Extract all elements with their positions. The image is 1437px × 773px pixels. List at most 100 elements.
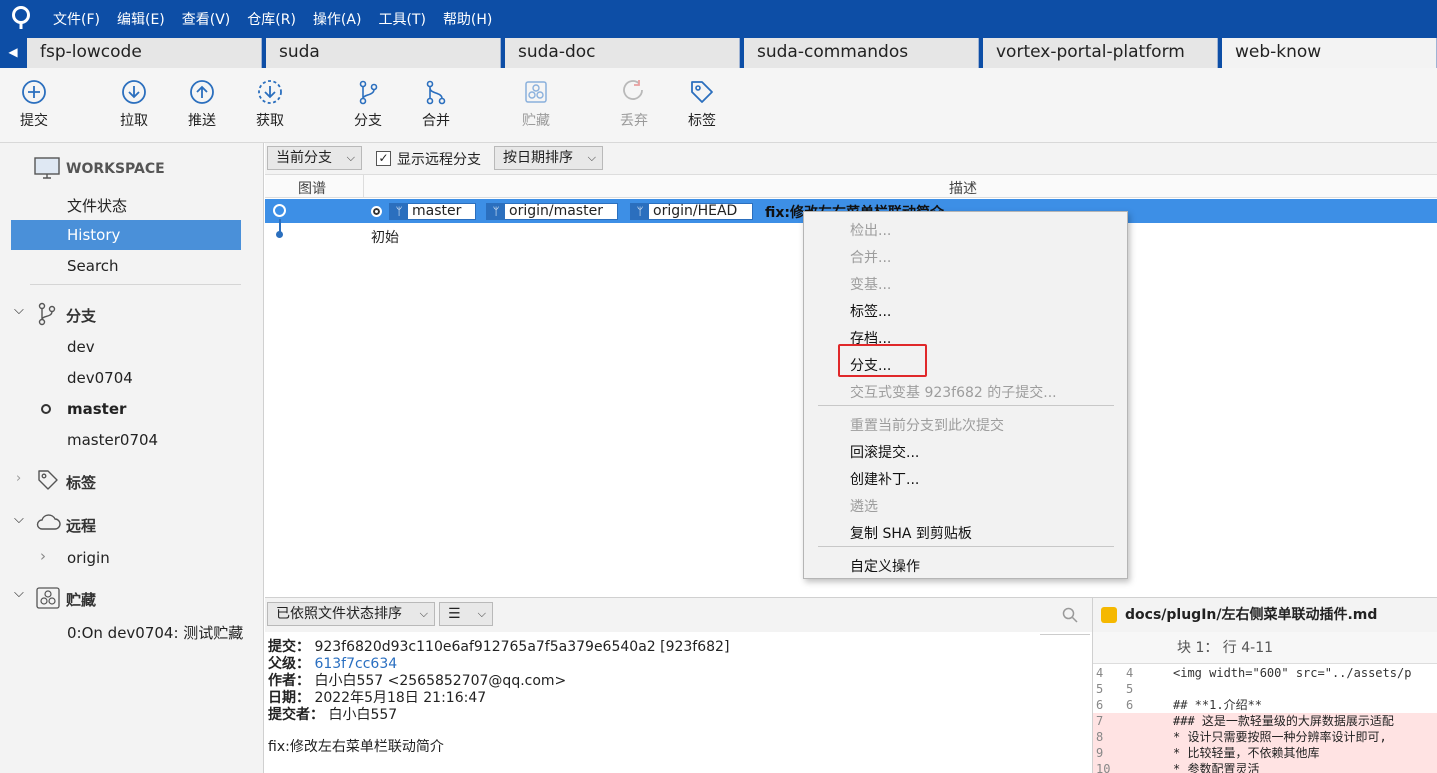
pull-button[interactable]: 拉取 [104,78,164,130]
diff-file-name: docs/plugIn/左右侧菜单联动插件.md [1125,607,1378,623]
menu-item-cherry-pick[interactable]: 遴选 [850,496,878,516]
menu-separator [818,405,1114,406]
stash-item-0[interactable]: 0:On dev0704: 测试贮藏 [67,622,243,643]
diff-hunk-header: 块 1： 行 4-11 [1093,632,1437,664]
menu-bar: 文件(F) 编辑(E) 查看(V) 仓库(R) 操作(A) 工具(T) 帮助(H… [0,0,1437,36]
pull-label: 拉取 [120,113,148,129]
branch-button[interactable]: 分支 [338,78,398,130]
branch-item-master0704[interactable]: master0704 [67,431,158,449]
details-toolbar: 已依照文件状态排序 ⌵ ☰ ⌵ [265,598,1092,635]
show-remote-label: 显示远程分支 [397,152,481,168]
tab-suda-doc[interactable]: suda-doc [505,38,740,68]
tab-vortex-portal-platform[interactable]: vortex-portal-platform [983,38,1218,68]
menu-item-merge[interactable]: 合并... [850,247,891,267]
branch-label: 分支 [354,113,382,129]
search-icon[interactable] [1062,607,1078,623]
menu-item-tag[interactable]: 标签... [850,301,891,321]
branches-header[interactable]: 分支 [66,305,96,326]
cloud-icon [36,514,61,530]
menu-item-custom-actions[interactable]: 自定义操作 [850,556,920,576]
menu-item-copy-sha[interactable]: 复制 SHA 到剪贴板 [850,523,972,543]
menu-view[interactable]: 查看(V) [182,9,231,29]
sort-order-select[interactable]: 按日期排序 ⌵ [494,146,603,170]
graph-column-header[interactable]: 图谱 [298,178,326,198]
branch-filter-select[interactable]: 当前分支 ⌵ [267,146,362,170]
tab-web-know[interactable]: web-know [1222,38,1437,68]
menu-actions[interactable]: 操作(A) [313,9,362,29]
committer-label: 提交者： [268,707,324,723]
tags-header[interactable]: 标签 [66,472,96,493]
commit-button[interactable]: 提交 [4,78,64,130]
menu-help[interactable]: 帮助(H) [443,9,492,29]
menu-item-revert[interactable]: 回滚提交... [850,442,919,462]
ref-label: master [412,203,462,219]
show-remote-checkbox[interactable]: ✓ [376,151,391,166]
stashes-chevron-down-icon[interactable]: ⌵ [14,586,24,601]
menu-edit[interactable]: 编辑(E) [117,9,165,29]
stash-icon [36,587,60,609]
menu-item-checkout[interactable]: 检出... [850,220,891,240]
branch-icon [359,80,378,105]
ref-badge-origin-master[interactable]: ᛘ origin/master [486,203,618,220]
fetch-icon [258,80,282,104]
file-sort-select[interactable]: 已依照文件状态排序 ⌵ [267,602,435,626]
chevron-down-icon: ⌵ [419,607,428,620]
branch-item-dev0704[interactable]: dev0704 [67,369,133,387]
tab-suda-commandos[interactable]: suda-commandos [744,38,979,68]
menu-separator [818,546,1114,547]
current-branch-indicator-icon [41,404,51,414]
ref-badge-origin-head[interactable]: ᛘ origin/HEAD [630,203,753,220]
remote-origin-chevron-right-icon[interactable]: › [40,547,46,565]
remotes-chevron-down-icon[interactable]: ⌵ [14,512,24,527]
modified-file-icon [1101,607,1117,623]
remote-item-origin[interactable]: origin [67,549,110,567]
description-column-header[interactable]: 描述 [949,178,977,198]
graph-node-icon [273,204,286,217]
menu-file[interactable]: 文件(F) [53,9,100,29]
stashes-header[interactable]: 贮藏 [66,589,96,610]
menu-tools[interactable]: 工具(T) [378,9,425,29]
tag-button[interactable]: 标签 [672,78,732,130]
branch-item-dev[interactable]: dev [67,338,95,356]
commit-message[interactable]: 初始 [371,227,399,247]
tab-suda[interactable]: suda [266,38,501,68]
branch-icon: ᛘ [487,204,505,219]
sidebar-item-history[interactable] [11,220,241,250]
menu-item-create-patch[interactable]: 创建补丁... [850,469,919,489]
arrow-up-circle-icon [190,80,214,104]
toolbar: 提交 拉取 推送 获取 分支 合并 贮藏 丢弃 标签 [0,68,1437,143]
branches-chevron-down-icon[interactable]: ⌵ [14,303,24,318]
column-divider[interactable] [363,175,364,198]
sidebar: WORKSPACE 文件状态 History Search ⌵ 分支 dev d… [0,143,264,773]
push-button[interactable]: 推送 [172,78,232,130]
diff-line: 6 6 ## **1.介绍** [1096,698,1263,712]
diff-line-removed: 7 ### 这是一款轻量级的大屏数据展示适配 [1093,713,1437,729]
menu-item-interactive-rebase[interactable]: 交互式变基 923f682 的子提交... [850,382,1057,402]
tab-fsp-lowcode[interactable]: fsp-lowcode [27,38,262,68]
menu-item-rebase[interactable]: 变基... [850,274,891,294]
tab-scroll-left-icon[interactable]: ◀ [0,36,26,68]
commit-full-message: fix:修改左右菜单栏联动简介 [268,739,444,755]
stash-button[interactable]: 贮藏 [506,78,566,130]
sort-order-value: 按日期排序 [503,150,573,166]
log-column-header: 图谱 描述 [265,174,1437,198]
remotes-header[interactable]: 远程 [66,515,96,536]
tags-chevron-right-icon[interactable]: › [16,471,21,486]
fetch-button[interactable]: 获取 [240,78,300,130]
file-sort-value: 已依照文件状态排序 [276,606,402,622]
tag-icon [691,81,713,103]
list-icon: ☰ [448,606,461,622]
push-label: 推送 [188,113,216,129]
merge-button[interactable]: 合并 [406,78,466,130]
branch-item-master[interactable]: master [67,400,126,418]
ref-badge-master[interactable]: ᛘ master [389,203,476,220]
view-mode-select[interactable]: ☰ ⌵ [439,602,493,626]
sidebar-item-file-status[interactable]: 文件状态 [67,195,127,216]
sidebar-item-search[interactable]: Search [67,257,119,275]
menu-repository[interactable]: 仓库(R) [247,9,296,29]
discard-button[interactable]: 丢弃 [604,78,664,130]
diff-line-removed: 10 * 参数配置灵活 [1093,761,1437,773]
commit-details-panel: 已依照文件状态排序 ⌵ ☰ ⌵ 提交： 923f6820d93c110e6af9… [265,597,1092,773]
menu-item-reset[interactable]: 重置当前分支到此次提交 [850,415,1004,435]
arrow-down-circle-icon [122,80,146,104]
